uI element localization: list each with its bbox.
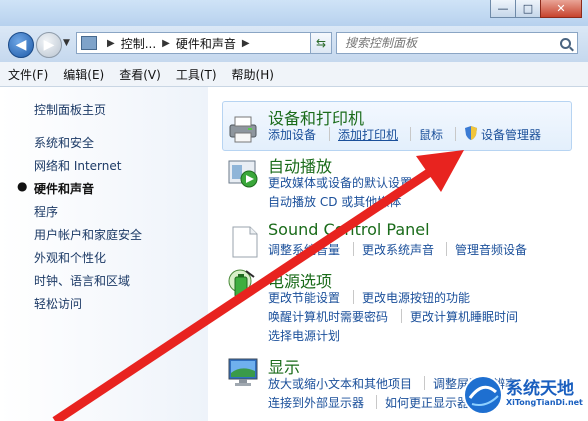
site-watermark: 系统天地 XiTongTianDi.net [462,372,586,418]
red-arrow-annotation [52,150,464,421]
watermark-title: 系统天地 [506,379,574,399]
watermark-url: XiTongTianDi.net [506,398,583,407]
globe-logo-icon [463,375,503,415]
